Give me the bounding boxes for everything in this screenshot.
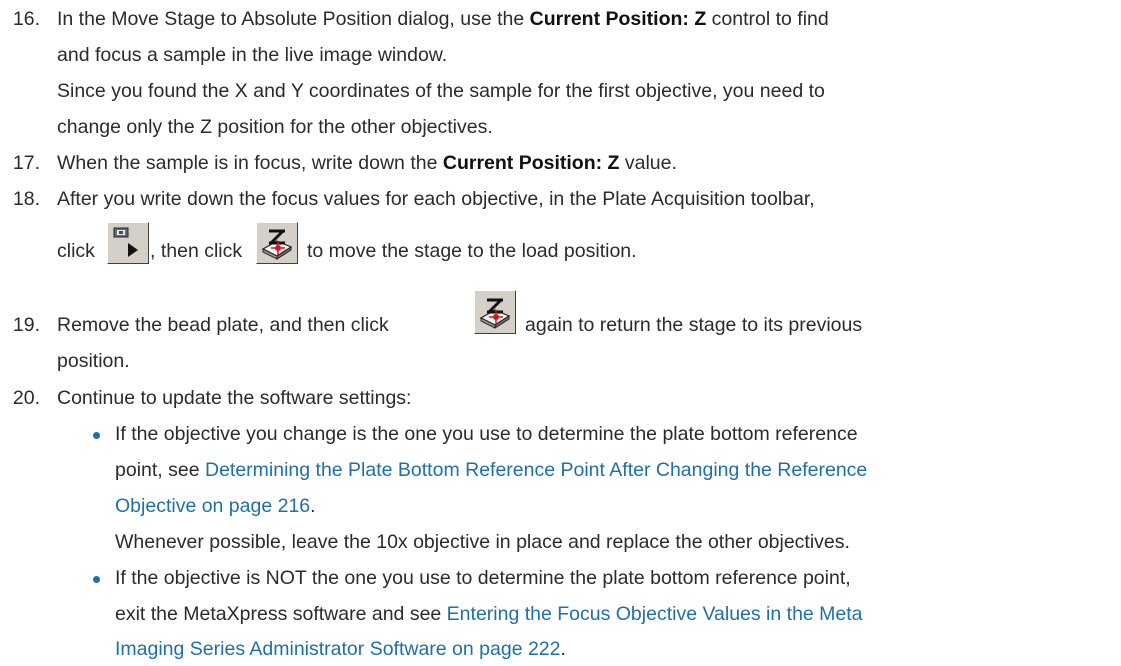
bullet-text: point, see Determining the Plate Bottom … xyxy=(115,459,868,481)
bullet-text: Imaging Series Administrator Software on… xyxy=(115,638,566,660)
step-text: and focus a sample in the live image win… xyxy=(57,44,448,66)
bullet-text: exit the MetaXpress software and see Ent… xyxy=(115,603,863,625)
step-number: 16. xyxy=(12,8,40,30)
step-text: After you write down the focus values fo… xyxy=(57,188,815,210)
step-number: 18. xyxy=(12,188,40,210)
cross-reference-link[interactable]: Entering the Focus Objective Values in t… xyxy=(447,603,863,625)
step-note: Since you found the X and Y coordinates … xyxy=(57,80,825,102)
step-text: again to return the stage to its previou… xyxy=(525,314,863,336)
cross-reference-link[interactable]: Imaging Series Administrator Software on… xyxy=(115,638,561,660)
ui-term: Current Position: Z xyxy=(529,8,707,30)
step-text: When the sample is in focus, write down … xyxy=(57,152,677,174)
step-number: 20. xyxy=(12,387,40,409)
bullet-note: Whenever possible, leave the 10x objecti… xyxy=(115,531,850,553)
bullet-dot xyxy=(93,576,100,583)
step-number: 17. xyxy=(12,152,40,174)
step-text: Continue to update the software settings… xyxy=(57,387,412,409)
step-text: Remove the bead plate, and then click xyxy=(57,314,389,336)
cross-reference-link[interactable]: Determining the Plate Bottom Reference P… xyxy=(205,459,867,481)
bullet-text: Objective on page 216. xyxy=(115,495,316,517)
ui-term: Current Position: Z xyxy=(442,152,620,174)
step-text: In the Move Stage to Absolute Position d… xyxy=(57,8,829,30)
load-position-icon[interactable] xyxy=(256,222,298,264)
step-number: 19. xyxy=(12,314,40,336)
bullet-text: If the objective you change is the one y… xyxy=(115,423,858,445)
play-acquisition-icon[interactable] xyxy=(107,222,149,264)
step-text: position. xyxy=(57,350,130,372)
bullet-dot xyxy=(93,432,100,439)
bullet-text: If the objective is NOT the one you use … xyxy=(115,567,851,589)
cross-reference-link[interactable]: Objective on page 216 xyxy=(115,495,310,517)
load-position-icon[interactable] xyxy=(474,290,516,334)
step-note: change only the Z position for the other… xyxy=(57,116,493,138)
